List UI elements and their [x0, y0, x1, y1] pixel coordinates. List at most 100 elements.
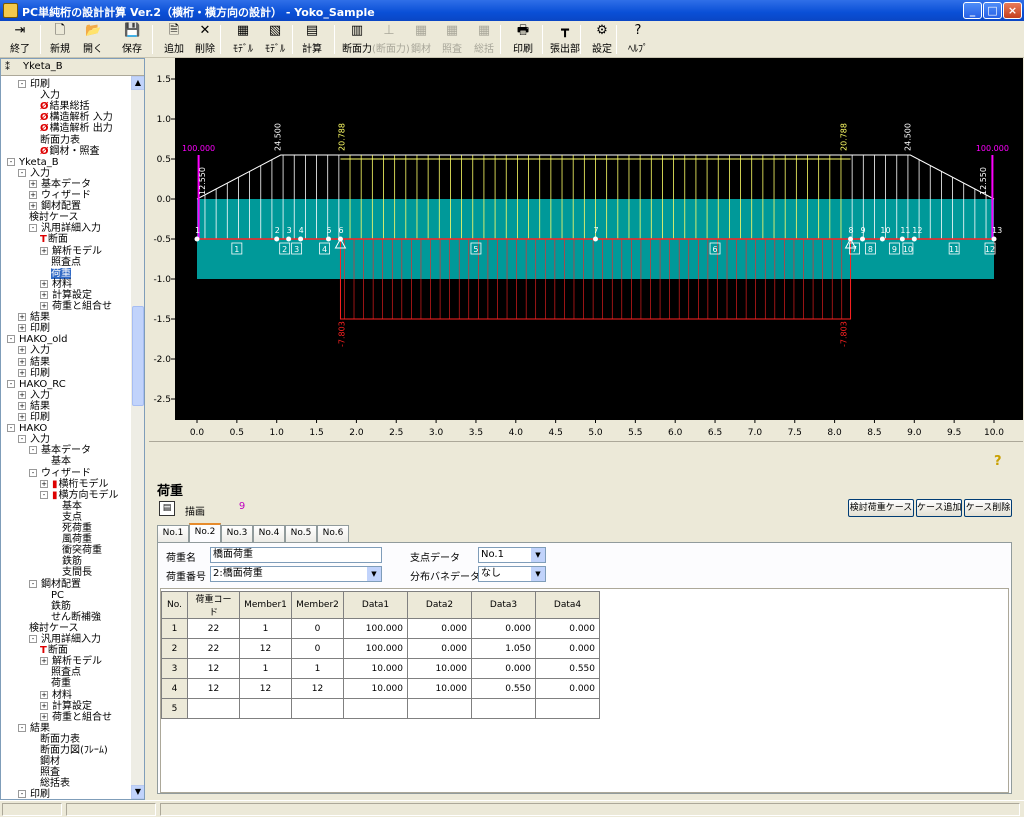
table-cell[interactable] [343, 698, 408, 719]
tree-item[interactable]: せん断補強 [51, 612, 101, 623]
tree-item[interactable]: 死荷重 [62, 523, 92, 534]
tree-item[interactable]: 支間長 [62, 567, 92, 578]
toolbar-button-13[interactable]: ▦ 総括 [470, 23, 498, 56]
collapse-icon[interactable]: - [7, 157, 15, 166]
table-cell[interactable]: 0.000 [535, 618, 600, 639]
table-cell[interactable]: 1 [291, 658, 344, 679]
collapse-icon[interactable]: - [18, 80, 26, 88]
expand-icon[interactable]: + [40, 701, 48, 710]
tree-item[interactable]: + 入力 [18, 390, 50, 401]
tree-item[interactable]: 荷重 [51, 678, 71, 689]
table-cell[interactable]: 0.000 [471, 658, 536, 679]
structure-graph[interactable]: 1.5 1.0 0.5 0.0 -0.5 -1.0 -1.5 -2.0 -2.5 0.0 0.5 1.… [149, 58, 1023, 439]
table-cell[interactable]: 10.000 [407, 658, 472, 679]
table-cell[interactable]: 22 [187, 638, 240, 659]
table-cell[interactable]: 100.000 [343, 638, 408, 659]
tree-scrollbar[interactable]: ▲ ▼ [131, 76, 144, 799]
table-row[interactable]: 4 12 12 12 10.000 10.000 0.550 0.000 [161, 678, 600, 699]
scroll-up-icon[interactable]: ▲ [131, 76, 144, 90]
row-header[interactable]: 4 [161, 678, 188, 699]
table-cell[interactable] [407, 698, 472, 719]
table-cell[interactable]: 1 [239, 618, 292, 639]
table-cell[interactable]: 1.050 [471, 638, 536, 659]
column-header[interactable]: Data3 [471, 591, 536, 619]
table-cell[interactable]: 10.000 [407, 678, 472, 699]
chevron-down-icon[interactable]: ▼ [367, 567, 381, 581]
tree-item[interactable]: T断面 [40, 234, 68, 245]
toolbar-button-6[interactable]: ▦ ﾓﾃﾞﾙ [228, 23, 258, 56]
tree-item[interactable]: Ø結果総括 [40, 101, 90, 112]
row-header[interactable]: 5 [161, 698, 188, 719]
tree-item[interactable]: - 入力 [18, 168, 50, 179]
tree-item[interactable]: 入力 [40, 90, 60, 101]
toolbar-button-12[interactable]: ▦ 照査 [438, 23, 466, 56]
expand-icon[interactable]: + [18, 368, 26, 377]
tree-item[interactable]: 基本 [62, 501, 82, 512]
tree-item[interactable]: 風荷重 [62, 534, 92, 545]
chevron-down-icon[interactable]: ▼ [531, 567, 545, 581]
toolbar-button-9[interactable]: ▥ 断面力 [340, 23, 374, 56]
tree-item[interactable]: + 入力 [18, 345, 50, 356]
expand-icon[interactable]: + [40, 246, 48, 255]
tree-item[interactable]: 照査点 [51, 257, 81, 268]
tree-item[interactable]: PC [51, 590, 64, 601]
tab-no3[interactable]: No.3 [221, 525, 253, 542]
table-cell[interactable]: 0.550 [471, 678, 536, 699]
check-case-button[interactable]: 検討荷重ケース [848, 499, 914, 517]
expand-icon[interactable]: + [18, 313, 26, 322]
tree-item[interactable]: 検討ケース [29, 212, 79, 223]
table-cell[interactable]: 12 [291, 678, 344, 699]
tree-item[interactable]: + 結果 [18, 357, 50, 368]
collapse-icon[interactable]: - [29, 635, 37, 643]
collapse-icon[interactable]: - [18, 168, 26, 177]
table-cell[interactable]: 1 [239, 658, 292, 679]
spring-select[interactable]: なし ▼ [478, 566, 546, 582]
expand-icon[interactable]: + [29, 191, 37, 199]
collapse-icon[interactable]: - [40, 490, 48, 499]
tree-item[interactable]: - 入力 [18, 434, 50, 445]
tree-item[interactable]: - HAKO [7, 423, 47, 434]
toolbar-button-15[interactable]: ┳ 張出部 [548, 23, 582, 56]
expand-icon[interactable]: + [18, 401, 26, 410]
column-header[interactable]: Data2 [407, 591, 472, 619]
tree-item[interactable]: 総括表 [40, 778, 70, 789]
expand-icon[interactable]: + [40, 279, 48, 288]
tree-item[interactable]: + 計算設定 [40, 701, 92, 712]
expand-icon[interactable]: + [40, 690, 48, 699]
tree-item[interactable]: - 鋼材配置 [29, 579, 81, 590]
tree-item[interactable]: T断面 [40, 645, 68, 656]
toolbar-button-0[interactable]: ⇥ 終了 [4, 23, 36, 56]
table-cell[interactable] [187, 698, 240, 719]
tree-item[interactable]: 照査 [40, 767, 60, 778]
tree-item[interactable]: - 印刷 [18, 789, 50, 799]
column-header[interactable]: Data4 [535, 591, 600, 619]
tree-item[interactable]: - 汎用詳細入力 [29, 223, 101, 234]
table-cell[interactable]: 12 [239, 678, 292, 699]
collapse-icon[interactable]: - [29, 224, 37, 233]
table-cell[interactable]: 12 [187, 678, 240, 699]
help-icon[interactable]: ? [994, 454, 1002, 469]
tab-no5[interactable]: No.5 [285, 525, 317, 542]
tree-item[interactable]: + 印刷 [18, 368, 50, 379]
column-header[interactable]: 荷重コード [187, 591, 240, 619]
table-cell[interactable] [535, 698, 600, 719]
toolbar-button-5[interactable]: ✕ 削除 [190, 23, 220, 56]
toolbar-button-7[interactable]: ▧ ﾓﾃﾞﾙ [260, 23, 290, 56]
table-cell[interactable]: 0.000 [535, 678, 600, 699]
collapse-icon[interactable]: - [18, 435, 26, 444]
tree-item[interactable]: 断面力表 [40, 734, 80, 745]
tree-item[interactable]: 衝突荷重 [62, 545, 102, 556]
table-cell[interactable] [239, 698, 292, 719]
tree-item[interactable]: 荷重 [51, 267, 71, 279]
table-cell[interactable] [471, 698, 536, 719]
toolbar-button-14[interactable]: 🖶 印刷 [508, 23, 538, 56]
table-cell[interactable]: 22 [187, 618, 240, 639]
collapse-icon[interactable]: - [29, 446, 37, 455]
table-row[interactable]: 1 22 1 0 100.000 0.000 0.000 0.000 [161, 618, 600, 639]
row-header[interactable]: 3 [161, 658, 188, 679]
row-header[interactable]: 2 [161, 638, 188, 659]
tree-item[interactable]: 断面力図(ﾌﾚｰﾑ) [40, 745, 108, 756]
tree-item[interactable]: + 基本データ [29, 179, 91, 190]
load-name-input[interactable]: 橋面荷重 [210, 547, 382, 563]
support-select[interactable]: No.1 ▼ [478, 547, 546, 563]
